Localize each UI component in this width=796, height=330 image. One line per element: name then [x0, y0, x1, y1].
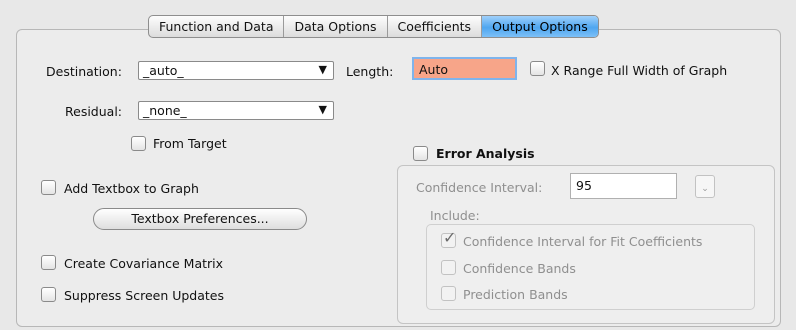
create-covariance-checkbox[interactable]	[41, 255, 56, 270]
error-analysis-checkbox[interactable]	[413, 146, 428, 161]
stepper-arrow-icon: ⌄	[701, 184, 709, 194]
create-covariance-label: Create Covariance Matrix	[64, 256, 224, 271]
add-textbox-checkbox[interactable]	[41, 180, 56, 195]
length-field[interactable]: Auto	[412, 57, 517, 80]
tab-data-options[interactable]: Data Options	[284, 16, 388, 37]
confidence-interval-label: Confidence Interval:	[416, 180, 543, 195]
prediction-bands-label: Prediction Bands	[463, 287, 568, 302]
suppress-updates-label: Suppress Screen Updates	[64, 288, 225, 303]
destination-popup[interactable]: _auto_ ▼	[138, 61, 334, 80]
destination-label: Destination:	[46, 64, 122, 79]
residual-value: _none_	[143, 103, 187, 118]
confidence-bands-label: Confidence Bands	[463, 261, 576, 276]
length-label: Length:	[346, 64, 394, 79]
tab-coefficients[interactable]: Coefficients	[388, 16, 483, 37]
residual-label: Residual:	[65, 104, 123, 119]
fit-coefficients-label: Confidence Interval for Fit Coefficients	[463, 234, 703, 249]
suppress-updates-checkbox[interactable]	[41, 287, 56, 302]
fit-coefficients-checkbox[interactable]: ✓	[441, 228, 456, 248]
prediction-bands-checkbox[interactable]	[441, 286, 456, 301]
tab-bar: Function and Data Data Options Coefficie…	[148, 15, 599, 38]
confidence-interval-field[interactable]: 95	[570, 173, 677, 199]
textbox-preferences-button[interactable]: Textbox Preferences...	[93, 208, 307, 230]
include-label: Include:	[430, 208, 480, 223]
tab-output-options[interactable]: Output Options	[482, 16, 598, 37]
add-textbox-label: Add Textbox to Graph	[64, 181, 199, 196]
popup-arrow-icon: ▼	[318, 103, 327, 116]
confidence-bands-checkbox[interactable]	[441, 260, 456, 275]
from-target-checkbox[interactable]	[131, 136, 146, 151]
tab-function-and-data[interactable]: Function and Data	[149, 16, 285, 37]
x-range-full-width-checkbox[interactable]	[530, 61, 545, 76]
confidence-interval-stepper[interactable]: ⌄	[695, 175, 715, 198]
popup-arrow-icon: ▼	[318, 63, 327, 76]
x-range-full-width-label: X Range Full Width of Graph	[551, 63, 728, 78]
destination-value: _auto_	[143, 63, 184, 78]
checkmark-icon: ✓	[443, 228, 457, 247]
from-target-label: From Target	[153, 136, 227, 151]
error-analysis-label: Error Analysis	[436, 146, 535, 161]
residual-popup[interactable]: _none_ ▼	[138, 101, 334, 120]
